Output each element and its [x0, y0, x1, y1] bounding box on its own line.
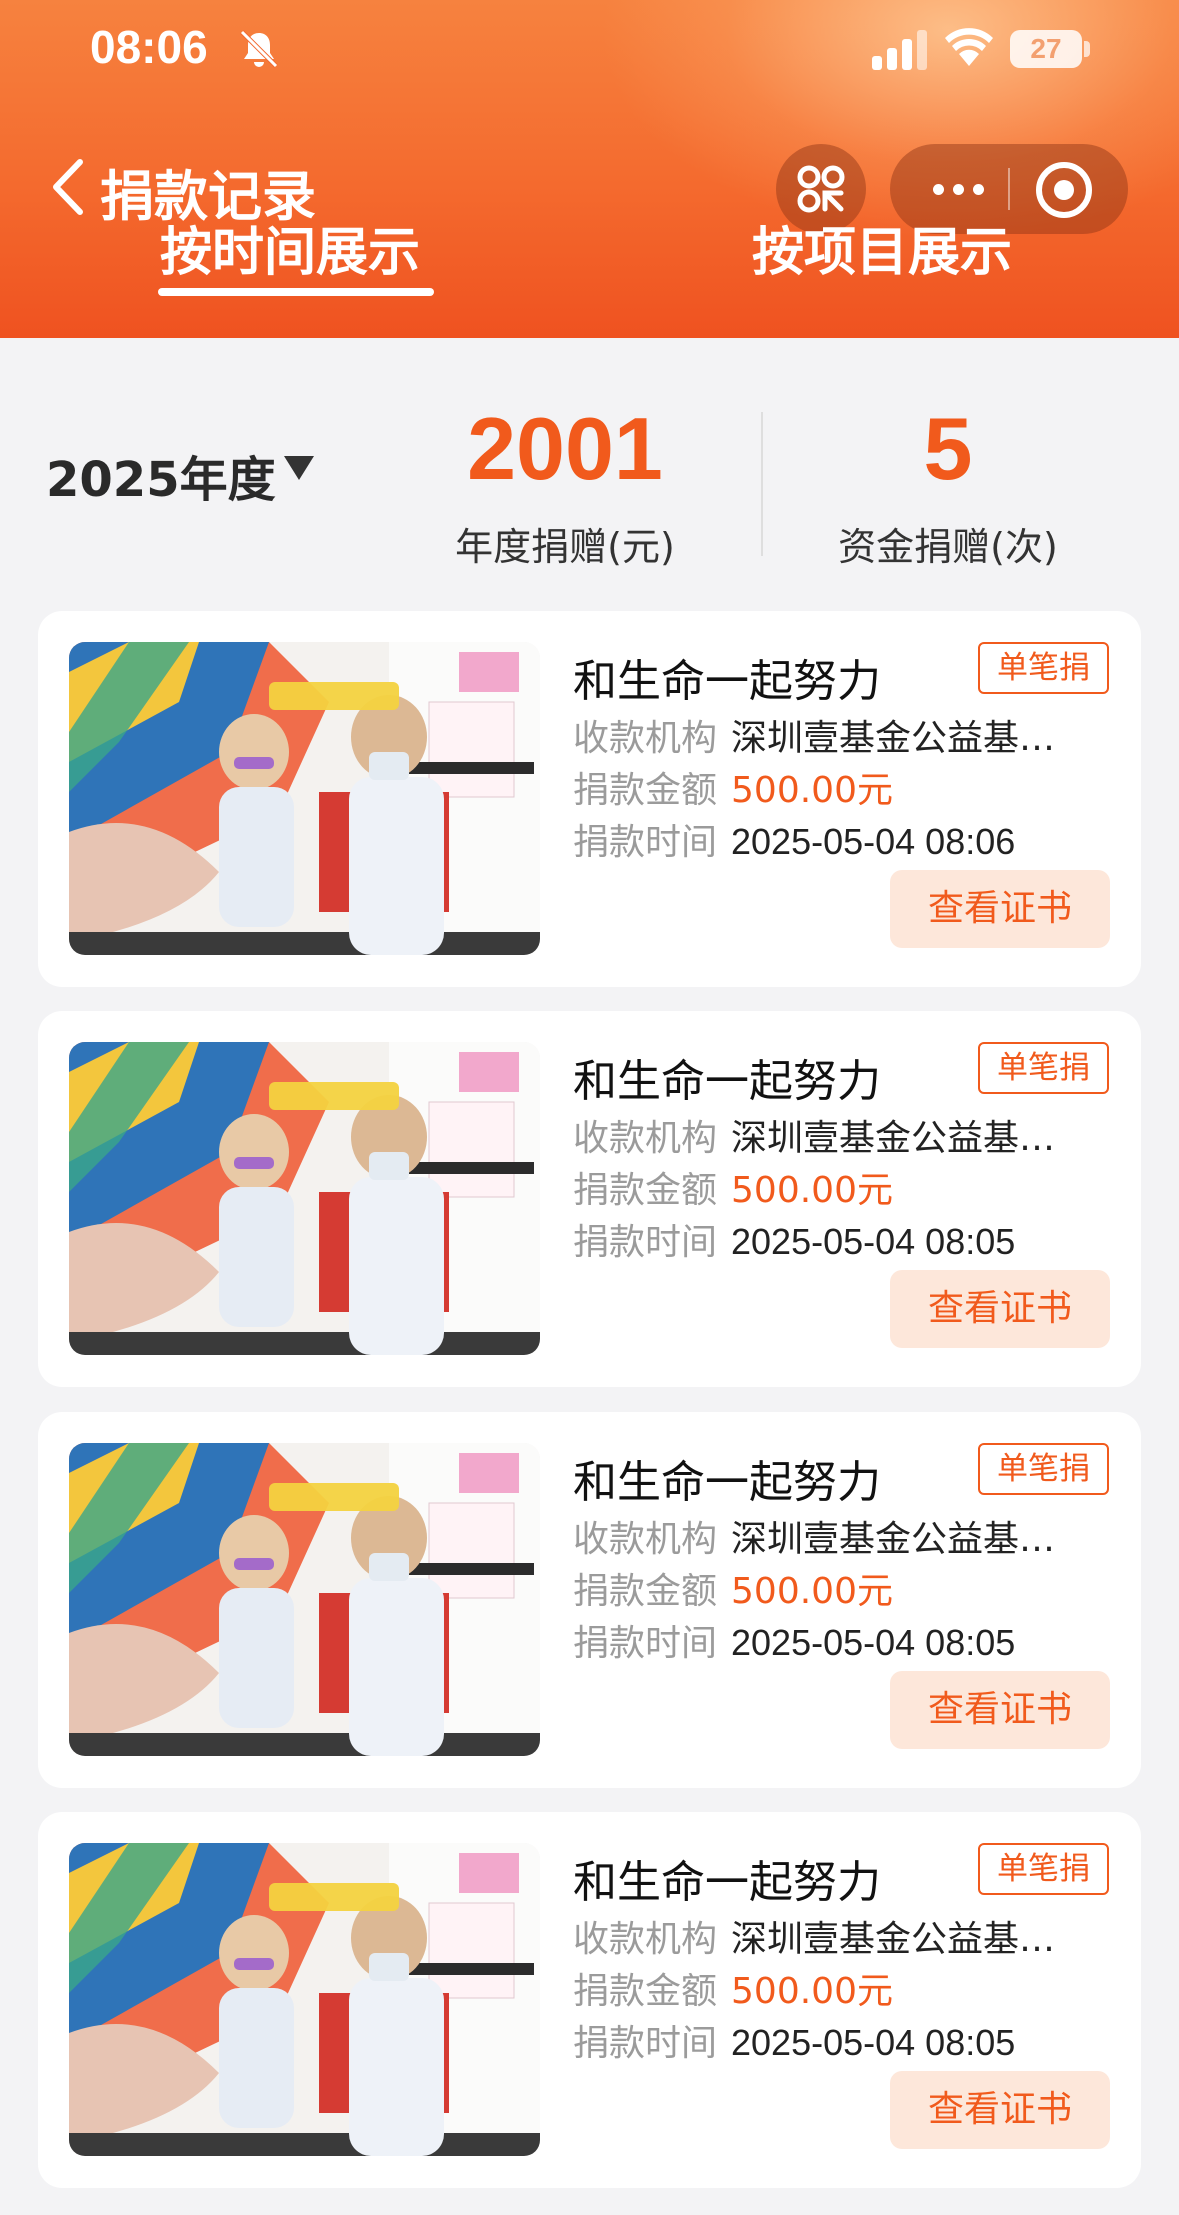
view-certificate-button[interactable]: 查看证书: [890, 2071, 1110, 2149]
time-row: 捐款时间 2025-05-04 08:06: [573, 813, 1015, 865]
time-value: 2025-05-04 08:05: [731, 2022, 1016, 2063]
org-row: 收款机构 深圳壹基金公益基…: [573, 1109, 1055, 1161]
project-photo: [69, 1042, 540, 1355]
project-image[interactable]: [69, 1042, 540, 1355]
org-value: 深圳壹基金公益基…: [731, 718, 1056, 759]
time-label: 捐款时间: [573, 1623, 718, 1664]
close-mini-program-icon[interactable]: [1036, 162, 1092, 218]
capsule-divider: [1008, 168, 1010, 210]
org-value: 深圳壹基金公益基…: [731, 1118, 1056, 1159]
amount-value: 500.00元: [731, 1170, 893, 1211]
org-value: 深圳壹基金公益基…: [731, 1919, 1056, 1960]
project-photo: [69, 1443, 540, 1756]
amount-label: 捐款金额: [573, 1971, 718, 2012]
battery-tip: [1084, 41, 1090, 57]
time-value: 2025-05-04 08:05: [731, 1622, 1016, 1663]
amount-row: 捐款金额 500.00元: [573, 1161, 893, 1213]
org-row: 收款机构 深圳壹基金公益基…: [573, 1910, 1055, 1962]
header-bar: 08:06 27 捐款记录 按时间展示 按项目展示: [0, 0, 1179, 338]
project-title: 和生命一起努力: [573, 1857, 881, 1908]
donation-type-badge: 单笔捐: [978, 1042, 1109, 1094]
time-value: 2025-05-04 08:05: [731, 1221, 1016, 1262]
project-title: 和生命一起努力: [573, 1457, 881, 1508]
project-photo: [69, 1843, 540, 2156]
org-value: 深圳壹基金公益基…: [731, 1519, 1056, 1560]
project-image[interactable]: [69, 642, 540, 955]
time-row: 捐款时间 2025-05-04 08:05: [573, 1614, 1015, 1666]
org-label: 收款机构: [573, 1118, 718, 1159]
time-value: 2025-05-04 08:06: [731, 821, 1016, 862]
org-label: 收款机构: [573, 718, 718, 759]
bell-off-icon: [240, 30, 278, 68]
stat-divider: [761, 412, 763, 556]
dropdown-arrow-icon[interactable]: [284, 456, 314, 480]
view-certificate-button[interactable]: 查看证书: [890, 1671, 1110, 1749]
amount-row: 捐款金额 500.00元: [573, 761, 893, 813]
amount-label: 捐款金额: [573, 1571, 718, 1612]
active-tab-indicator: [158, 288, 434, 296]
tab-by-project[interactable]: 按项目展示: [752, 210, 1012, 285]
status-time: 08:06: [90, 21, 208, 73]
annual-donation-amount: 2001: [467, 399, 663, 498]
donation-card[interactable]: 和生命一起努力 单笔捐 收款机构 深圳壹基金公益基… 捐款金额 500.00元 捐款…: [38, 1812, 1141, 2188]
annual-donation-label: 年度捐赠(元): [455, 525, 675, 569]
donation-count: 5: [923, 399, 973, 498]
amount-row: 捐款金额 500.00元: [573, 1962, 893, 2014]
battery-icon: 27: [1010, 30, 1082, 68]
amount-label: 捐款金额: [573, 1170, 718, 1211]
time-row: 捐款时间 2025-05-04 08:05: [573, 1213, 1015, 1265]
back-icon[interactable]: [46, 156, 90, 218]
time-label: 捐款时间: [573, 1222, 718, 1263]
amount-row: 捐款金额 500.00元: [573, 1562, 893, 1614]
amount-value: 500.00元: [731, 1971, 893, 2012]
donation-type-badge: 单笔捐: [978, 1443, 1109, 1495]
time-row: 捐款时间 2025-05-04 08:05: [573, 2014, 1015, 2066]
tab-by-time[interactable]: 按时间展示: [160, 210, 420, 285]
org-label: 收款机构: [573, 1919, 718, 1960]
amount-value: 500.00元: [731, 1571, 893, 1612]
project-photo: [69, 642, 540, 955]
view-certificate-button[interactable]: 查看证书: [890, 1270, 1110, 1348]
donation-type-badge: 单笔捐: [978, 642, 1109, 694]
project-title: 和生命一起努力: [573, 1056, 881, 1107]
amount-value: 500.00元: [731, 770, 893, 811]
donation-count-label: 资金捐赠(次): [838, 525, 1058, 569]
year-selector[interactable]: 2025年度: [46, 440, 276, 510]
donation-card[interactable]: 和生命一起努力 单笔捐 收款机构 深圳壹基金公益基… 捐款金额 500.00元 捐款…: [38, 1412, 1141, 1788]
time-label: 捐款时间: [573, 2023, 718, 2064]
donation-card[interactable]: 和生命一起努力 单笔捐 收款机构 深圳壹基金公益基… 捐款金额 500.00元 捐款…: [38, 1011, 1141, 1387]
view-certificate-button[interactable]: 查看证书: [890, 870, 1110, 948]
org-row: 收款机构 深圳壹基金公益基…: [573, 1510, 1055, 1562]
project-image[interactable]: [69, 1443, 540, 1756]
org-label: 收款机构: [573, 1519, 718, 1560]
amount-label: 捐款金额: [573, 770, 718, 811]
donation-card[interactable]: 和生命一起努力 单笔捐 收款机构 深圳壹基金公益基… 捐款金额 500.00元 捐款…: [38, 611, 1141, 987]
org-row: 收款机构 深圳壹基金公益基…: [573, 709, 1055, 761]
project-image[interactable]: [69, 1843, 540, 2156]
project-title: 和生命一起努力: [573, 656, 881, 707]
scan-icon: [797, 165, 845, 213]
donation-type-badge: 单笔捐: [978, 1843, 1109, 1895]
time-label: 捐款时间: [573, 822, 718, 863]
signal-icon: [872, 30, 927, 70]
wifi-icon: [945, 28, 993, 66]
